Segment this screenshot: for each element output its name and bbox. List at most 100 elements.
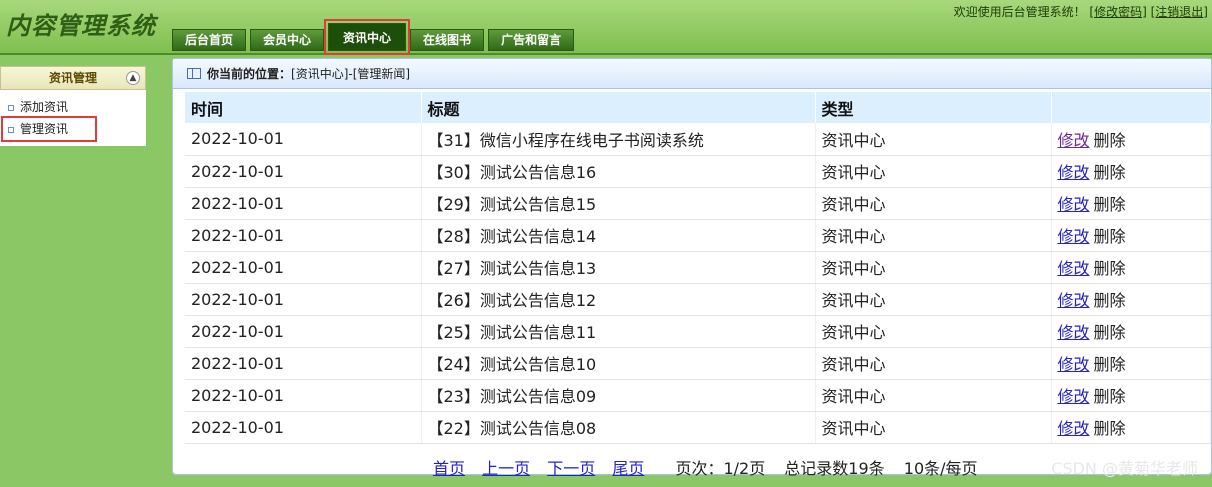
breadcrumb-path: [资讯中心]-[管理新闻] bbox=[291, 67, 411, 81]
per-page: 10条/每页 bbox=[903, 459, 978, 478]
edit-link[interactable]: 修改 bbox=[1058, 323, 1090, 342]
cell-type: 资讯中心 bbox=[815, 155, 1052, 188]
table-row: 2022-10-01 【28】测试公告信息14 资讯中心 修改 删除 bbox=[185, 219, 1211, 252]
total-records: 总记录数19条 bbox=[784, 459, 885, 478]
welcome-text: 欢迎使用后台管理系统！ bbox=[953, 5, 1086, 19]
logout-link[interactable]: [注销退出] bbox=[1151, 5, 1208, 19]
col-header-type: 类型 bbox=[815, 92, 1052, 123]
next-page-link[interactable]: 下一页 bbox=[547, 459, 595, 478]
cell-date: 2022-10-01 bbox=[185, 219, 422, 252]
pagination: 首页 上一页 下一页 尾页 页次：1/2页 总记录数19条 10条/每页 bbox=[433, 455, 978, 479]
cell-date: 2022-10-01 bbox=[185, 283, 422, 316]
table-header-row: 时间 标题 类型 bbox=[185, 92, 1211, 123]
table-row: 2022-10-01 【26】测试公告信息12 资讯中心 修改 删除 bbox=[185, 283, 1211, 316]
app-title: 内容管理系统 bbox=[6, 11, 156, 40]
col-header-time: 时间 bbox=[185, 92, 422, 123]
cell-type: 资讯中心 bbox=[815, 251, 1052, 284]
cell-title: 【22】测试公告信息08 bbox=[421, 411, 816, 444]
cell-type: 资讯中心 bbox=[815, 411, 1052, 444]
cell-title: 【24】测试公告信息10 bbox=[421, 347, 816, 380]
last-page-link[interactable]: 尾页 bbox=[612, 459, 644, 478]
main-nav-tabs: 后台首页 会员中心 资讯中心 在线图书 广告和留言 bbox=[172, 19, 575, 55]
cell-date: 2022-10-01 bbox=[185, 315, 422, 348]
cell-title: 【31】微信小程序在线电子书阅读系统 bbox=[421, 123, 816, 156]
breadcrumb: 你当前的位置：[资讯中心]-[管理新闻] bbox=[173, 59, 1211, 89]
cell-date: 2022-10-01 bbox=[185, 123, 422, 156]
tab-online-books[interactable]: 在线图书 bbox=[410, 29, 485, 51]
news-table: 时间 标题 类型 2022-10-01 【31】微信小程序在线电子书阅读系统 资讯中… bbox=[185, 92, 1211, 444]
delete-link[interactable]: 删除 bbox=[1094, 419, 1126, 438]
sidebar: 资讯管理 ▲ 添加资讯 管理资讯 bbox=[0, 66, 146, 146]
sidebar-item-manage-news[interactable]: 管理资讯 bbox=[1, 116, 97, 142]
table-row: 2022-10-01 【23】测试公告信息09 资讯中心 修改 删除 bbox=[185, 379, 1211, 412]
table-row: 2022-10-01 【31】微信小程序在线电子书阅读系统 资讯中心 修改 删除 bbox=[185, 123, 1211, 156]
cell-actions: 修改 删除 bbox=[1051, 155, 1211, 188]
delete-link[interactable]: 删除 bbox=[1094, 355, 1126, 374]
sidebar-header[interactable]: 资讯管理 ▲ bbox=[0, 66, 146, 90]
prev-page-link[interactable]: 上一页 bbox=[482, 459, 530, 478]
bullet-icon bbox=[8, 126, 14, 133]
delete-link[interactable]: 删除 bbox=[1094, 163, 1126, 182]
table-row: 2022-10-01 【22】测试公告信息08 资讯中心 修改 删除 bbox=[185, 411, 1211, 444]
cell-actions: 修改 删除 bbox=[1051, 283, 1211, 316]
edit-link[interactable]: 修改 bbox=[1058, 291, 1090, 310]
cell-date: 2022-10-01 bbox=[185, 379, 422, 412]
cell-actions: 修改 删除 bbox=[1051, 379, 1211, 412]
table-row: 2022-10-01 【25】测试公告信息11 资讯中心 修改 删除 bbox=[185, 315, 1211, 348]
delete-link[interactable]: 删除 bbox=[1094, 291, 1126, 310]
sidebar-item-label: 添加资讯 bbox=[20, 100, 69, 114]
edit-link[interactable]: 修改 bbox=[1058, 387, 1090, 406]
edit-link[interactable]: 修改 bbox=[1058, 131, 1090, 150]
cell-actions: 修改 删除 bbox=[1051, 411, 1211, 444]
cell-actions: 修改 删除 bbox=[1051, 315, 1211, 348]
cell-date: 2022-10-01 bbox=[185, 251, 422, 284]
cell-title: 【27】测试公告信息13 bbox=[421, 251, 816, 284]
cell-title: 【23】测试公告信息09 bbox=[421, 379, 816, 412]
sidebar-item-add-news[interactable]: 添加资讯 bbox=[0, 96, 146, 118]
sidebar-menu: 添加资讯 管理资讯 bbox=[0, 90, 146, 146]
delete-link[interactable]: 删除 bbox=[1094, 387, 1126, 406]
cell-type: 资讯中心 bbox=[815, 219, 1052, 252]
watermark: CSDN @黄菊华老师 bbox=[1051, 459, 1198, 478]
cell-type: 资讯中心 bbox=[815, 347, 1052, 380]
delete-link[interactable]: 删除 bbox=[1094, 131, 1126, 150]
cell-actions: 修改 删除 bbox=[1051, 219, 1211, 252]
delete-link[interactable]: 删除 bbox=[1094, 195, 1126, 214]
delete-link[interactable]: 删除 bbox=[1094, 227, 1126, 246]
edit-link[interactable]: 修改 bbox=[1058, 227, 1090, 246]
table-row: 2022-10-01 【24】测试公告信息10 资讯中心 修改 删除 bbox=[185, 347, 1211, 380]
delete-link[interactable]: 删除 bbox=[1094, 323, 1126, 342]
main-panel: 你当前的位置：[资讯中心]-[管理新闻] 时间 标题 类型 2022-10-01… bbox=[172, 58, 1212, 478]
change-password-link[interactable]: [修改密码] bbox=[1089, 5, 1146, 19]
cell-type: 资讯中心 bbox=[815, 187, 1052, 220]
cell-actions: 修改 删除 bbox=[1051, 347, 1211, 380]
tab-news-center[interactable]: 资讯中心 bbox=[324, 19, 411, 55]
cell-type: 资讯中心 bbox=[815, 379, 1052, 412]
col-header-actions bbox=[1051, 92, 1211, 123]
page-info: 页次：1/2页 bbox=[675, 459, 766, 478]
cell-type: 资讯中心 bbox=[815, 315, 1052, 348]
table-row: 2022-10-01 【30】测试公告信息16 资讯中心 修改 删除 bbox=[185, 155, 1211, 188]
edit-link[interactable]: 修改 bbox=[1058, 195, 1090, 214]
tab-ads-messages[interactable]: 广告和留言 bbox=[488, 29, 575, 51]
edit-link[interactable]: 修改 bbox=[1058, 419, 1090, 438]
cell-date: 2022-10-01 bbox=[185, 155, 422, 188]
cell-date: 2022-10-01 bbox=[185, 411, 422, 444]
table-row: 2022-10-01 【27】测试公告信息13 资讯中心 修改 删除 bbox=[185, 251, 1211, 284]
cell-title: 【28】测试公告信息14 bbox=[421, 219, 816, 252]
sidebar-title: 资讯管理 bbox=[48, 71, 97, 85]
cell-actions: 修改 删除 bbox=[1051, 123, 1211, 156]
cell-title: 【30】测试公告信息16 bbox=[421, 155, 816, 188]
tab-members[interactable]: 会员中心 bbox=[250, 29, 325, 51]
delete-link[interactable]: 删除 bbox=[1094, 259, 1126, 278]
edit-link[interactable]: 修改 bbox=[1058, 355, 1090, 374]
tab-home[interactable]: 后台首页 bbox=[172, 29, 247, 51]
cell-date: 2022-10-01 bbox=[185, 347, 422, 380]
first-page-link[interactable]: 首页 bbox=[433, 459, 465, 478]
cell-title: 【26】测试公告信息12 bbox=[421, 283, 816, 316]
table-row: 2022-10-01 【29】测试公告信息15 资讯中心 修改 删除 bbox=[185, 187, 1211, 220]
edit-link[interactable]: 修改 bbox=[1058, 259, 1090, 278]
collapse-icon[interactable]: ▲ bbox=[126, 71, 140, 85]
list-icon bbox=[187, 68, 201, 79]
edit-link[interactable]: 修改 bbox=[1058, 163, 1090, 182]
